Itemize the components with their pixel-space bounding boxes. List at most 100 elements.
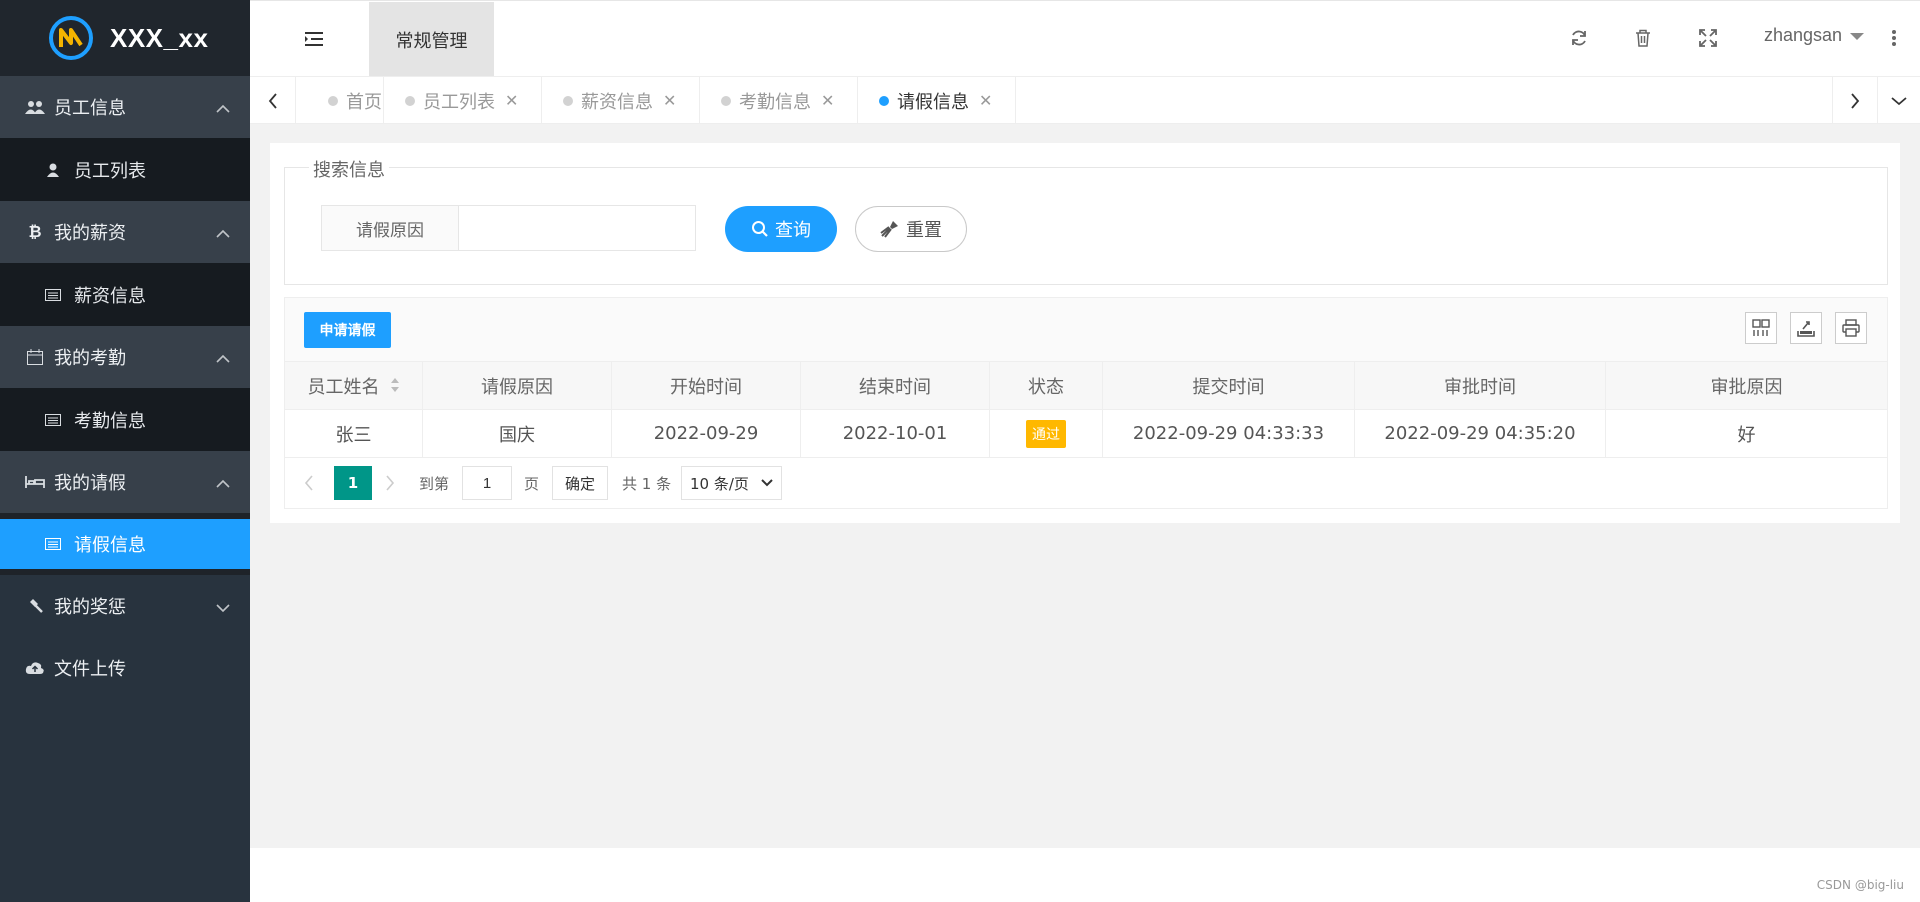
sidebar-item-attendance-info[interactable]: 考勤信息	[0, 388, 250, 451]
chevron-up-icon	[216, 223, 230, 244]
more-vertical-icon[interactable]	[1891, 29, 1897, 51]
sidebar-item-label: 薪资信息	[74, 285, 146, 307]
footer: CSDN @big-liu	[250, 848, 1920, 902]
sort-icon[interactable]	[390, 377, 400, 398]
tab-scroll-left-button[interactable]	[250, 77, 296, 124]
tab-leave-info[interactable]: 请假信息 ✕	[858, 77, 1016, 124]
page-suffix-label: 页	[524, 474, 540, 493]
next-page-button[interactable]	[380, 466, 400, 500]
refresh-icon[interactable]	[1570, 29, 1588, 51]
page-number-current[interactable]: 1	[334, 466, 372, 500]
close-icon[interactable]: ✕	[821, 91, 834, 110]
columns-icon	[1752, 319, 1770, 336]
sidebar-item-leave-info[interactable]: 请假信息	[0, 519, 250, 569]
column-header-approve-reason: 审批原因	[1605, 361, 1888, 410]
close-icon[interactable]: ✕	[979, 91, 992, 110]
table-header-row: 员工姓名 请假原因 开始时间 结束时间 状态 提交时间 审批时间 审批原因	[284, 361, 1888, 410]
query-button[interactable]: 查询	[725, 206, 837, 252]
chevron-down-icon	[1891, 96, 1907, 105]
tab-bar: 首页 员工列表 ✕ 薪资信息 ✕ 考勤信息 ✕ 请假信息 ✕	[250, 76, 1920, 124]
chevron-up-icon	[216, 348, 230, 369]
cell-approve-reason: 好	[1605, 409, 1888, 458]
sidebar-group-label: 文件上传	[54, 659, 126, 680]
cell-submit-time: 2022-09-29 04:33:33	[1102, 409, 1355, 458]
sidebar-group-leave[interactable]: 我的请假	[0, 451, 250, 513]
sidebar-item-employee-list[interactable]: 员工列表	[0, 138, 250, 201]
sidebar-group-label: 我的考勤	[54, 348, 126, 369]
goto-confirm-button[interactable]: 确定	[552, 466, 608, 500]
sidebar-group-attendance[interactable]: 我的考勤	[0, 326, 250, 388]
header: 常规管理 zhangsan	[250, 0, 1920, 77]
sidebar-group-label: 我的奖惩	[54, 597, 126, 618]
tab-salary-info[interactable]: 薪资信息 ✕	[542, 77, 700, 124]
sidebar-group-salary[interactable]: ₿ 我的薪资	[0, 201, 250, 263]
column-header-reason: 请假原因	[422, 361, 612, 410]
list-icon	[44, 538, 62, 550]
apply-leave-button[interactable]: 申请请假	[304, 312, 391, 348]
chevron-down-icon	[761, 479, 773, 487]
tab-menu-button[interactable]	[1878, 77, 1920, 124]
list-icon	[44, 288, 62, 301]
fullscreen-icon[interactable]	[1699, 29, 1717, 51]
page-size-select[interactable]: 10 条/页	[681, 466, 782, 500]
tab-dot	[328, 95, 338, 106]
column-header-employee-name[interactable]: 员工姓名	[284, 361, 423, 410]
cell-approve-time: 2022-09-29 04:35:20	[1354, 409, 1606, 458]
tab-dot	[879, 95, 889, 106]
user-menu[interactable]: zhangsan	[1764, 25, 1865, 46]
tab-dot	[563, 95, 573, 106]
tab-label: 员工列表	[423, 91, 495, 113]
table-toolbar: 申请请假	[284, 297, 1888, 361]
reset-button[interactable]: 重置	[855, 206, 967, 252]
chevron-left-icon	[268, 92, 277, 109]
sidebar-item-file-upload[interactable]: 文件上传	[0, 637, 250, 699]
tab-label: 考勤信息	[739, 91, 811, 113]
search-legend: 搜索信息	[309, 156, 389, 182]
menu-toggle-icon[interactable]	[304, 31, 324, 51]
leave-table: 员工姓名 请假原因 开始时间 结束时间 状态 提交时间 审批时间 审批原因 张三…	[284, 361, 1888, 458]
logo[interactable]: XXX_xx	[0, 0, 250, 76]
sidebar-item-label: 员工列表	[74, 160, 146, 182]
logo-icon	[49, 16, 93, 60]
sidebar-group-label: 我的请假	[54, 473, 126, 494]
table-row[interactable]: 张三 国庆 2022-09-29 2022-10-01 通过 2022-09-2…	[284, 409, 1888, 458]
columns-filter-button[interactable]	[1745, 312, 1777, 344]
sidebar-group-employee[interactable]: 员工信息	[0, 76, 250, 138]
tab-scroll-right-button[interactable]	[1832, 77, 1878, 124]
content-card: 搜索信息 请假原因 查询 重置 申请请假 员工姓名 请假原因 开始时间 结束时间…	[270, 143, 1900, 523]
close-icon[interactable]: ✕	[505, 91, 518, 110]
bed-icon	[24, 475, 46, 489]
total-count: 共 1 条	[622, 474, 672, 493]
query-button-label: 查询	[775, 220, 811, 241]
goto-label: 到第	[419, 474, 450, 493]
tab-employee-list[interactable]: 员工列表 ✕	[384, 77, 542, 124]
tab-home[interactable]: 首页	[297, 77, 384, 124]
tab-attendance-info[interactable]: 考勤信息 ✕	[700, 77, 858, 124]
status-badge: 通过	[1026, 419, 1066, 448]
search-icon	[752, 221, 768, 237]
tab-label: 薪资信息	[581, 91, 653, 113]
close-icon[interactable]: ✕	[663, 91, 676, 110]
tab-dot	[721, 95, 731, 106]
sidebar-item-salary-info[interactable]: 薪资信息	[0, 263, 250, 326]
tab-label: 首页	[346, 91, 382, 113]
tab-dot	[405, 95, 415, 106]
prev-page-button[interactable]	[299, 466, 319, 500]
gavel-icon	[24, 598, 46, 614]
column-header-label: 员工姓名	[307, 376, 380, 398]
tab-label: 请假信息	[897, 91, 969, 113]
trash-icon[interactable]	[1635, 29, 1651, 51]
chevron-right-icon	[386, 475, 395, 491]
goto-page-input[interactable]	[462, 466, 512, 500]
bitcoin-icon: ₿	[28, 222, 42, 241]
cell-reason: 国庆	[422, 409, 612, 458]
chevron-up-icon	[216, 98, 230, 119]
top-nav-general-management[interactable]: 常规管理	[369, 2, 494, 77]
export-button[interactable]	[1790, 312, 1822, 344]
chevron-up-icon	[216, 473, 230, 494]
print-button[interactable]	[1835, 312, 1867, 344]
leave-reason-input[interactable]	[458, 205, 696, 251]
footer-credit: CSDN @big-liu	[1816, 878, 1904, 892]
sidebar-group-rewards[interactable]: 我的奖惩	[0, 575, 250, 637]
sidebar-group-label: 我的薪资	[54, 223, 126, 244]
